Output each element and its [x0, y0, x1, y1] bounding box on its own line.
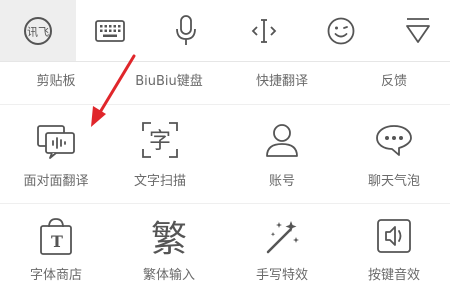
emoji-icon [326, 16, 356, 46]
traditional-input-item[interactable]: 繁 繁体输入 [113, 214, 225, 300]
font-store-item[interactable]: T 字体商店 [0, 214, 112, 300]
key-sound-item[interactable]: 按键音效 [338, 214, 450, 300]
row-divider [0, 104, 450, 105]
account-item[interactable]: 账号 [226, 118, 338, 214]
svg-text:T: T [51, 232, 63, 251]
quick-translate-item[interactable]: 快捷翻译 [226, 74, 338, 90]
chat-bubble-item[interactable]: 聊天气泡 [338, 118, 450, 214]
text-scan-item[interactable]: 字 文字扫描 [104, 118, 216, 214]
svg-text:讯飞: 讯飞 [27, 25, 49, 38]
traditional-input-label: 繁体输入 [142, 268, 195, 283]
traditional-input-icon: 繁 [147, 214, 191, 258]
quick-translate-label: 快捷翻译 [255, 74, 308, 89]
ifly-logo-icon: 讯飞 [22, 15, 54, 47]
account-icon [260, 118, 304, 162]
handwriting-effects-item[interactable]: 手写特效 [226, 214, 338, 300]
face-to-face-translate-item[interactable]: 面对面翻译 [0, 118, 112, 214]
svg-text:繁: 繁 [151, 219, 187, 258]
row-divider [0, 203, 450, 204]
emoji-button[interactable] [303, 0, 379, 61]
account-label: 账号 [268, 174, 295, 189]
handwriting-effects-icon [260, 214, 304, 258]
svg-text:字: 字 [149, 129, 171, 154]
keyboard-icon [95, 19, 125, 42]
clipboard-item[interactable]: 剪贴板 [0, 74, 112, 90]
cursor-move-button[interactable] [226, 0, 302, 61]
collapse-icon [404, 16, 432, 46]
keyboard-panel: 讯飞 剪贴板 BiuBiu键盘 快捷翻译 反馈 面对面翻译 字 文字扫描 账号 … [0, 0, 450, 300]
font-store-icon: T [34, 214, 78, 258]
feedback-label: 反馈 [380, 74, 407, 89]
keyboard-button[interactable] [72, 0, 148, 61]
text-scan-icon: 字 [138, 118, 182, 162]
chat-bubble-icon [372, 118, 416, 162]
biubiu-keyboard-item[interactable]: BiuBiu键盘 [113, 74, 225, 90]
face-translate-icon [34, 118, 78, 162]
microphone-icon [174, 14, 198, 47]
handwriting-effects-label: 手写特效 [255, 268, 308, 283]
feedback-item[interactable]: 反馈 [338, 74, 450, 90]
ifly-logo-button[interactable]: 讯飞 [0, 0, 76, 61]
key-sound-label: 按键音效 [367, 268, 420, 283]
chat-bubble-label: 聊天气泡 [367, 174, 420, 189]
keyboard-toolbar: 讯飞 [0, 0, 450, 62]
voice-input-button[interactable] [148, 0, 224, 61]
collapse-keyboard-button[interactable] [380, 0, 450, 61]
clipboard-label: 剪贴板 [36, 74, 76, 89]
cursor-move-icon [249, 16, 279, 46]
font-store-label: 字体商店 [29, 268, 82, 283]
face-to-face-translate-label: 面对面翻译 [23, 174, 89, 189]
text-scan-label: 文字扫描 [133, 174, 186, 189]
biubiu-keyboard-label: BiuBiu键盘 [135, 74, 203, 89]
key-sound-icon [372, 214, 416, 258]
